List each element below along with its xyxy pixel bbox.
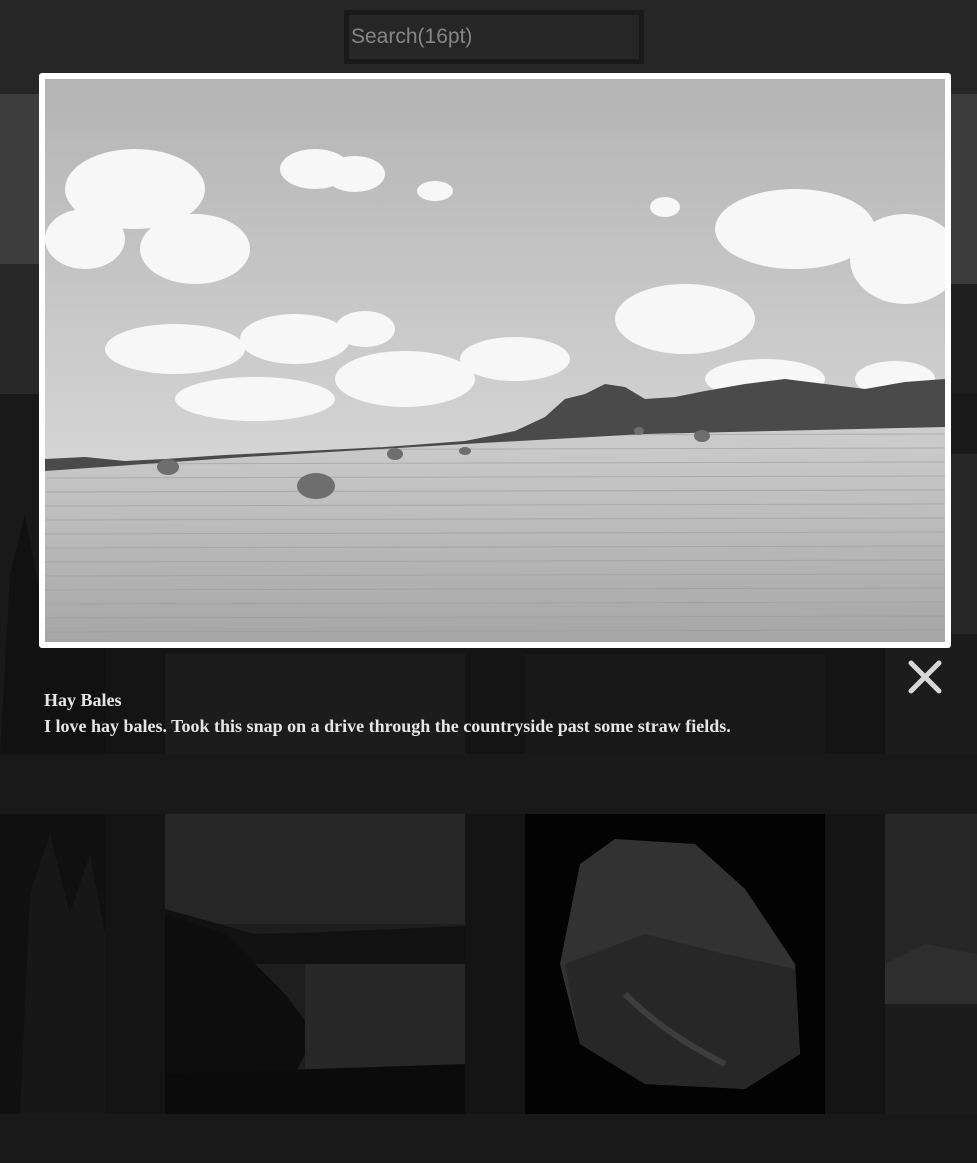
lightbox-caption: Hay Bales I love hay bales. Took this sn… <box>44 687 884 739</box>
lightbox-frame <box>39 73 951 648</box>
close-icon <box>908 660 942 694</box>
gallery-page: Hay Bales I love hay bales. Took this sn… <box>0 0 977 1163</box>
close-button[interactable] <box>903 655 947 699</box>
lightbox-description: I love hay bales. Took this snap on a dr… <box>44 716 731 736</box>
lightbox-title: Hay Bales <box>44 690 122 710</box>
lightbox-photo <box>45 79 945 642</box>
